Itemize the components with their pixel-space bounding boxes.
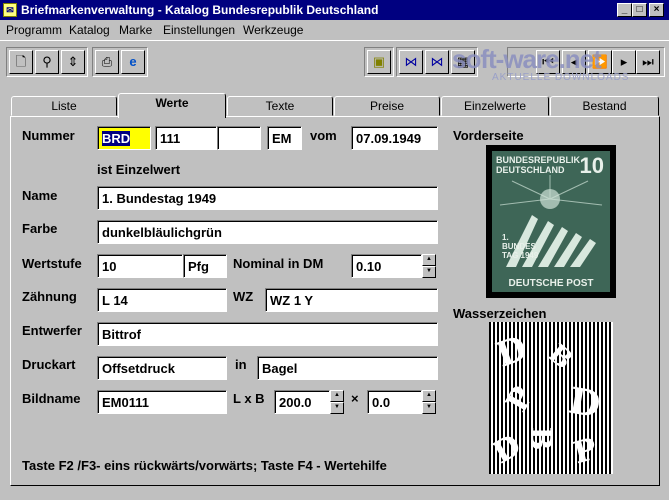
nominal-down-icon[interactable]: ▼ <box>422 266 436 278</box>
stamp-tag: 1. BUNDES TAG 1949 <box>502 233 539 260</box>
nummer-type-field[interactable]: EM <box>267 126 302 150</box>
next-record-icon[interactable]: ▸ <box>612 50 636 74</box>
expand-icon[interactable]: ⋈ <box>425 50 449 74</box>
toolbar-group-edit: 🗋 ⚲ ⇕ <box>6 47 88 77</box>
tab-preise[interactable]: Preise <box>334 96 440 116</box>
maximize-button[interactable]: □ <box>632 3 647 17</box>
internet-explorer-icon[interactable]: e <box>121 50 145 74</box>
wertstufe-field[interactable]: 10 <box>97 254 183 278</box>
farbe-label: Farbe <box>22 221 58 236</box>
date-field[interactable]: 07.09.1949 <box>351 126 438 150</box>
watermark-subtitle: AKTUELLE DOWNLOADS <box>492 72 630 83</box>
breite-down-icon[interactable]: ▼ <box>422 402 436 414</box>
name-field[interactable]: 1. Bundestag 1949 <box>97 186 438 210</box>
wz-label: WZ <box>233 289 254 304</box>
select-frame-icon[interactable]: ▣ <box>367 50 391 74</box>
title-bar: ✉ Briefmarkenverwaltung - Katalog Bundes… <box>0 0 669 20</box>
laenge-down-icon[interactable]: ▼ <box>330 402 344 414</box>
druckart-label: Druckart <box>22 357 76 372</box>
tab-texte[interactable]: Texte <box>227 96 333 116</box>
name-label: Name <box>22 188 58 203</box>
druckort-field[interactable]: Bagel <box>257 356 438 380</box>
watermark-image: D B P D B D P <box>489 322 613 474</box>
breite-stepper[interactable]: ▲ ▼ <box>422 390 436 414</box>
wertstufe-label: Wertstufe <box>22 256 82 271</box>
toolbar-group-output: ⎙ e <box>92 47 148 77</box>
lxb-label: L x B <box>233 391 265 406</box>
wz-field[interactable]: WZ 1 Y <box>265 288 438 312</box>
print-icon[interactable]: ⎙ <box>95 50 119 74</box>
window-title: Briefmarkenverwaltung - Katalog Bundesre… <box>21 3 379 17</box>
bildname-field[interactable]: EM0111 <box>97 390 227 414</box>
stamp-image: BUNDESREPUBLIK DEUTSCHLAND 10 1. BUNDES … <box>486 145 616 298</box>
wertstufe-unit-field[interactable]: Pfg <box>183 254 227 278</box>
toolbar-group-select: ▣ <box>364 47 394 77</box>
entwerfer-label: Entwerfer <box>22 323 82 338</box>
menu-katalog[interactable]: Katalog <box>69 23 110 37</box>
einzelwert-text: ist Einzelwert <box>97 162 181 177</box>
nominal-field[interactable]: 0.10 <box>351 254 422 278</box>
vom-label: vom <box>310 128 337 143</box>
breite-field[interactable]: 0.0 <box>367 390 422 414</box>
nominal-label: Nominal in DM <box>233 256 324 271</box>
bildname-label: Bildname <box>22 391 81 406</box>
nominal-stepper[interactable]: ▲ ▼ <box>422 254 436 278</box>
menu-bar: Programm Katalog Marke Einstellungen Wer… <box>0 20 669 40</box>
last-record-icon[interactable]: ⏭ <box>636 50 660 74</box>
search-icon[interactable]: ⚲ <box>35 50 59 74</box>
laenge-up-icon[interactable]: ▲ <box>330 390 344 402</box>
entwerfer-field[interactable]: Bittrof <box>97 322 438 346</box>
tab-bestand[interactable]: Bestand <box>550 96 659 116</box>
stamp-header: BUNDESREPUBLIK DEUTSCHLAND <box>496 155 581 175</box>
in-label: in <box>235 357 247 372</box>
close-button[interactable]: × <box>649 3 664 17</box>
status-help-text: Taste F2 /F3- eins rückwärts/vorwärts; T… <box>22 458 387 473</box>
tab-einzelwerte[interactable]: Einzelwerte <box>441 96 549 116</box>
nummer-prefix-field[interactable]: BRD <box>97 126 151 150</box>
nummer-label: Nummer <box>22 128 75 143</box>
tab-werte[interactable]: Werte <box>118 93 226 118</box>
druckart-field[interactable]: Offsetdruck <box>97 356 227 380</box>
farbe-field[interactable]: dunkelbläulichgrün <box>97 220 438 244</box>
nummer-field[interactable]: 111 <box>155 126 217 150</box>
stamp-footer: DEUTSCHE POST <box>508 278 594 289</box>
laenge-stepper[interactable]: ▲ ▼ <box>330 390 344 414</box>
app-icon: ✉ <box>3 3 17 17</box>
tab-liste[interactable]: Liste <box>11 96 117 116</box>
laenge-field[interactable]: 200.0 <box>274 390 330 414</box>
zaehnung-field[interactable]: L 14 <box>97 288 227 312</box>
sort-icon[interactable]: ⇕ <box>61 50 85 74</box>
nummer-extra-field[interactable] <box>217 126 261 150</box>
breite-up-icon[interactable]: ▲ <box>422 390 436 402</box>
wasserzeichen-label: Wasserzeichen <box>453 306 547 321</box>
menu-marke[interactable]: Marke <box>119 23 152 37</box>
new-document-icon[interactable]: 🗋 <box>9 50 33 74</box>
menu-werkzeuge[interactable]: Werkzeuge <box>243 23 303 37</box>
mal-label: × <box>351 391 359 406</box>
vorderseite-label: Vorderseite <box>453 128 524 143</box>
menu-programm[interactable]: Programm <box>6 23 62 37</box>
watermark-logo: soft-ware.net <box>452 44 602 74</box>
collapse-icon[interactable]: ⋈ <box>399 50 423 74</box>
zaehnung-label: Zähnung <box>22 289 77 304</box>
nominal-up-icon[interactable]: ▲ <box>422 254 436 266</box>
minimize-button[interactable]: _ <box>617 3 632 17</box>
menu-einstellungen[interactable]: Einstellungen <box>163 23 235 37</box>
